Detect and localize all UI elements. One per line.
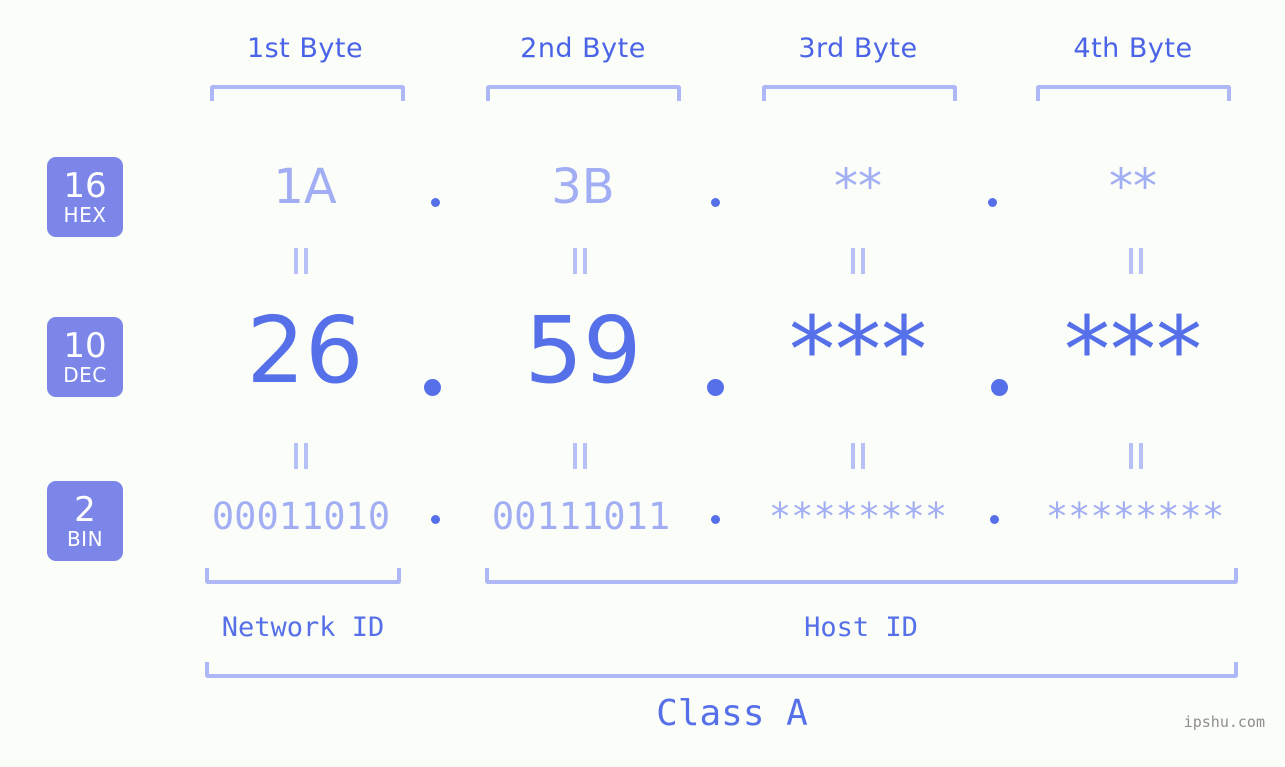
byte-bracket-4 [1036,85,1231,101]
hex-separator-dot-1 [431,198,440,207]
equals-sign-dec-bin-4 [1129,443,1143,469]
equals-sign-hex-dec-4 [1129,248,1143,274]
equals-sign-dec-bin-3 [851,443,865,469]
base-badge-hex-number: 16 [63,166,107,206]
bin-separator-dot-1 [431,515,440,524]
dec-byte-4: *** [1064,297,1202,404]
base-badge-dec-number: 10 [63,326,107,366]
base-badge-dec: 10 DEC [47,317,123,397]
equals-sign-dec-bin-1 [294,443,308,469]
hex-byte-4: ** [1109,159,1157,215]
host-id-bracket [485,568,1238,584]
network-id-label: Network ID [221,612,385,643]
ip-address-breakdown-diagram: 1st Byte 2nd Byte 3rd Byte 4th Byte 16 H… [0,0,1285,767]
hex-byte-1: 1A [273,159,337,215]
byte-header-4: 4th Byte [1073,33,1193,64]
dec-byte-2: 59 [524,297,642,404]
bin-separator-dot-2 [711,515,720,524]
hex-separator-dot-3 [988,198,997,207]
dec-byte-3: *** [789,297,927,404]
base-badge-dec-abbr: DEC [63,363,107,387]
equals-sign-dec-bin-2 [573,443,587,469]
bin-byte-3: ******** [768,495,948,538]
bin-separator-dot-3 [990,515,999,524]
hex-separator-dot-2 [711,198,720,207]
class-bracket [205,662,1238,678]
equals-sign-hex-dec-1 [294,248,308,274]
class-label: Class A [656,693,808,734]
dec-byte-1: 26 [246,297,364,404]
bin-byte-1: 00011010 [211,495,391,538]
byte-header-1: 1st Byte [246,33,364,64]
byte-header-2: 2nd Byte [520,33,646,64]
byte-bracket-3 [762,85,957,101]
base-badge-hex-abbr: HEX [63,203,107,227]
network-id-bracket [205,568,401,584]
base-badge-bin-number: 2 [74,490,96,530]
hex-byte-2: 3B [551,159,615,215]
dec-separator-dot-3 [991,379,1008,396]
bin-byte-2: 00111011 [491,495,671,538]
byte-header-3: 3rd Byte [798,33,918,64]
byte-bracket-2 [486,85,681,101]
dec-separator-dot-1 [424,379,441,396]
bin-byte-4: ******** [1045,495,1225,538]
hex-byte-3: ** [834,159,882,215]
host-id-label: Host ID [804,612,918,643]
base-badge-bin-abbr: BIN [66,527,104,551]
dec-separator-dot-2 [707,379,724,396]
base-badge-bin: 2 BIN [47,481,123,561]
equals-sign-hex-dec-3 [851,248,865,274]
equals-sign-hex-dec-2 [573,248,587,274]
site-watermark: ipshu.com [1183,713,1265,731]
base-badge-hex: 16 HEX [47,157,123,237]
byte-bracket-1 [210,85,405,101]
